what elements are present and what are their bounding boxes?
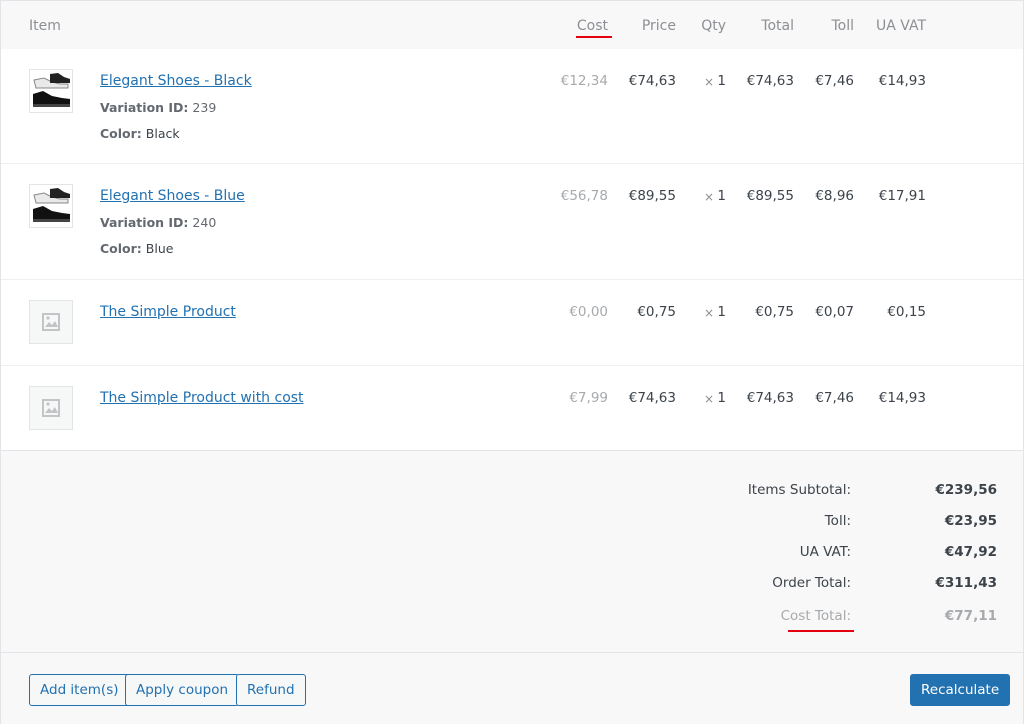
item-cost: €7,99: [569, 390, 608, 406]
color-label: Color:: [100, 241, 142, 256]
variation-id: Variation ID: 239: [100, 100, 216, 115]
order-total-label: Order Total:: [772, 575, 851, 591]
line-item-row: The Simple Product €0,00 €0,75 × 1 €0,75…: [1, 280, 1023, 366]
refund-button[interactable]: Refund: [236, 674, 306, 706]
line-item-row: The Simple Product with cost €7,99 €74,6…: [1, 366, 1023, 450]
toll-total-value: €23,95: [944, 513, 997, 529]
placeholder-image-icon: [42, 313, 60, 331]
item-toll: €7,46: [815, 390, 854, 406]
product-thumbnail[interactable]: [29, 69, 73, 113]
item-cost: €0,00: [569, 304, 608, 320]
product-name-link[interactable]: The Simple Product with cost: [100, 390, 304, 406]
column-header-price[interactable]: Price: [616, 18, 676, 34]
placeholder-image-icon: [42, 399, 60, 417]
order-items-panel: Item Cost Price Qty Total Toll UA VAT El…: [0, 0, 1024, 724]
column-header-item[interactable]: Item: [29, 18, 61, 34]
item-price: €0,75: [637, 304, 676, 320]
product-name-link[interactable]: The Simple Product: [100, 304, 236, 320]
item-price: €74,63: [628, 390, 676, 406]
order-totals: Items Subtotal: €239,56 Toll: €23,95 UA …: [1, 450, 1023, 652]
product-thumbnail[interactable]: [29, 386, 73, 430]
vat-total-value: €47,92: [944, 544, 997, 560]
column-header-toll[interactable]: Toll: [804, 18, 854, 34]
item-qty: 1: [717, 188, 726, 204]
item-vat: €14,93: [878, 73, 926, 89]
variation-id-label: Variation ID:: [100, 215, 189, 230]
item-total: €74,63: [746, 390, 794, 406]
order-actions-bar: Add item(s) Apply coupon Refund Recalcul…: [1, 652, 1023, 724]
color-label: Color:: [100, 126, 142, 141]
item-total: €0,75: [755, 304, 794, 320]
item-cost: €12,34: [560, 73, 608, 89]
shoes-image: [33, 188, 70, 222]
add-items-button[interactable]: Add item(s): [29, 674, 130, 706]
color-value: Black: [145, 126, 180, 141]
item-qty: 1: [717, 73, 726, 89]
items-table-header: Item Cost Price Qty Total Toll UA VAT: [1, 1, 1023, 49]
item-price: €74,63: [628, 73, 676, 89]
item-qty: 1: [717, 390, 726, 406]
product-name-link[interactable]: Elegant Shoes - Blue: [100, 188, 245, 204]
apply-coupon-button[interactable]: Apply coupon: [125, 674, 240, 706]
color-attribute: Color: Black: [100, 126, 180, 141]
item-qty: 1: [717, 304, 726, 320]
item-price: €89,55: [628, 188, 676, 204]
items-subtotal-value: €239,56: [935, 482, 998, 498]
product-thumbnail[interactable]: [29, 184, 73, 228]
item-vat: €0,15: [887, 304, 926, 320]
cost-total-value: €77,11: [944, 608, 997, 624]
cost-highlight-underline: [576, 36, 612, 38]
shoes-image: [33, 73, 70, 107]
vat-total-label: UA VAT:: [799, 544, 851, 560]
variation-id-label: Variation ID:: [100, 100, 189, 115]
item-toll: €8,96: [815, 188, 854, 204]
item-vat: €17,91: [878, 188, 926, 204]
item-toll: €7,46: [815, 73, 854, 89]
recalculate-button[interactable]: Recalculate: [910, 674, 1011, 706]
cost-total-highlight-underline: [788, 630, 854, 632]
item-total: €74,63: [746, 73, 794, 89]
variation-id-value: 240: [192, 215, 217, 230]
variation-id: Variation ID: 240: [100, 215, 216, 230]
cost-total-label: Cost Total:: [780, 608, 851, 624]
toll-total-label: Toll:: [824, 513, 851, 529]
product-thumbnail[interactable]: [29, 300, 73, 344]
color-attribute: Color: Blue: [100, 241, 173, 256]
item-total: €89,55: [746, 188, 794, 204]
variation-id-value: 239: [192, 100, 217, 115]
item-cost: €56,78: [560, 188, 608, 204]
column-header-cost[interactable]: Cost: [561, 18, 608, 34]
color-value: Blue: [145, 241, 174, 256]
line-item-row: Elegant Shoes - Black Variation ID: 239 …: [1, 49, 1023, 164]
item-toll: €0,07: [815, 304, 854, 320]
product-name-link[interactable]: Elegant Shoes - Black: [100, 73, 252, 89]
column-header-vat[interactable]: UA VAT: [866, 18, 926, 34]
order-total-value: €311,43: [935, 575, 998, 591]
item-vat: €14,93: [878, 390, 926, 406]
column-header-qty[interactable]: Qty: [691, 18, 726, 34]
line-item-row: Elegant Shoes - Blue Variation ID: 240 C…: [1, 164, 1023, 280]
column-header-total[interactable]: Total: [736, 18, 794, 34]
items-subtotal-label: Items Subtotal:: [747, 482, 851, 498]
